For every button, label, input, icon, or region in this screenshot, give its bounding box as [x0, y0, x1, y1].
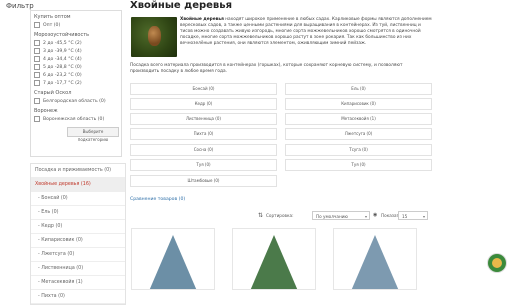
subcategory-link[interactable]: Ель (0)	[285, 83, 432, 95]
filter-option[interactable]: Белгородская область (0)	[34, 97, 121, 105]
filter-panel: Купить оптом Опт (0) Морозоустойчивость …	[30, 10, 122, 157]
category-item-active[interactable]: Хвойные деревья (16)	[31, 178, 125, 192]
category-menu: Посадка и приживаемость (0) Хвойные дере…	[30, 163, 126, 305]
filter-option[interactable]: 6 до -23,2 °С (0)	[34, 71, 121, 79]
checkbox[interactable]	[34, 116, 40, 122]
subcategory-link[interactable]: Туя (0)	[285, 159, 432, 171]
subcategory-link[interactable]: Бонсай (0)	[130, 83, 277, 95]
category-subitem[interactable]: - Лжетсуга (0)	[31, 248, 125, 262]
chat-icon[interactable]	[488, 254, 506, 272]
category-subitem[interactable]: - Ель (0)	[31, 206, 125, 220]
filter-option[interactable]: 4 до -34,4 °С (4)	[34, 55, 121, 63]
checkbox[interactable]	[34, 22, 40, 28]
checkbox[interactable]	[34, 64, 40, 70]
subcategory-link[interactable]: Пихта (0)	[130, 128, 277, 140]
checkbox[interactable]	[34, 98, 40, 104]
category-subitem[interactable]: - Пихта (0)	[31, 290, 125, 304]
category-subitem[interactable]: - Кипарисовик (0)	[31, 234, 125, 248]
subcategory-link[interactable]: Кедр (0)	[130, 98, 277, 110]
filter-group-title: Морозоустойчивость	[34, 32, 90, 38]
category-image	[131, 17, 177, 57]
show-select[interactable]: 15	[398, 211, 428, 221]
sort-label: Сортировка:	[266, 213, 294, 218]
page-title: Хвойные деревья	[130, 0, 233, 11]
checkbox[interactable]	[34, 48, 40, 54]
subcategory-link[interactable]: Лжетсуга (0)	[285, 128, 432, 140]
compare-link[interactable]: Сравнение товаров (0)	[130, 197, 185, 202]
subcategory-link[interactable]: Метасеквойя (1)	[285, 113, 432, 125]
category-subitem[interactable]: - Кедр (0)	[31, 220, 125, 234]
filter-group-title: Воронеж	[34, 108, 58, 114]
sort-toolbar: ⇅ Сортировка: По умолчанию ◉ Показать: 1…	[255, 210, 432, 221]
apply-filter-button[interactable]: Выберите подкатегорию	[67, 127, 119, 142]
filter-group-title: Старый Оскол	[34, 90, 72, 96]
sort-select[interactable]: По умолчанию	[312, 211, 370, 221]
checkbox[interactable]	[34, 72, 40, 78]
product-card[interactable]	[333, 228, 417, 290]
category-item[interactable]: Посадка и приживаемость (0)	[31, 164, 125, 178]
filter-option[interactable]: Воронежская область (0)	[34, 115, 121, 123]
subcategory-link[interactable]: Лиственница (0)	[130, 113, 277, 125]
filter-option[interactable]: 5 до -28,8 °С (0)	[34, 63, 121, 71]
product-image[interactable]	[250, 235, 298, 289]
cone-image	[148, 26, 161, 46]
category-subitem[interactable]: - Лиственница (0)	[31, 262, 125, 276]
filter-option[interactable]: 7 до -17,7 °С (2)	[34, 79, 121, 87]
category-description-2: Посадка всего материала производится в к…	[130, 63, 403, 74]
product-card[interactable]	[131, 228, 215, 290]
category-description: Хвойные деревья находят широкое применен…	[180, 17, 432, 46]
product-image[interactable]	[351, 235, 399, 289]
product-image[interactable]	[149, 235, 197, 289]
subcategory-link[interactable]: Туя (0)	[130, 159, 277, 171]
checkbox[interactable]	[34, 80, 40, 86]
subcategory-link[interactable]: Штамбовые (0)	[130, 175, 277, 187]
product-card[interactable]	[232, 228, 316, 290]
filter-option[interactable]: Опт (0)	[34, 21, 121, 29]
checkbox[interactable]	[34, 40, 40, 46]
subcategory-link[interactable]: Сосна (0)	[130, 144, 277, 156]
subcategory-link[interactable]: Кипарисовик (0)	[285, 98, 432, 110]
category-subitem[interactable]: - Бонсай (0)	[31, 192, 125, 206]
filter-option[interactable]: 2 до -45,5 °С (2)	[34, 39, 121, 47]
eye-icon: ◉	[373, 212, 378, 218]
filter-option[interactable]: 3 до -39,9 °С (4)	[34, 47, 121, 55]
filter-group-title: Купить оптом	[34, 14, 71, 20]
filter-title: Фильтр	[6, 2, 34, 10]
sort-icon: ⇅	[258, 212, 264, 219]
subcategory-link[interactable]: Тсуга (0)	[285, 144, 432, 156]
checkbox[interactable]	[34, 56, 40, 62]
